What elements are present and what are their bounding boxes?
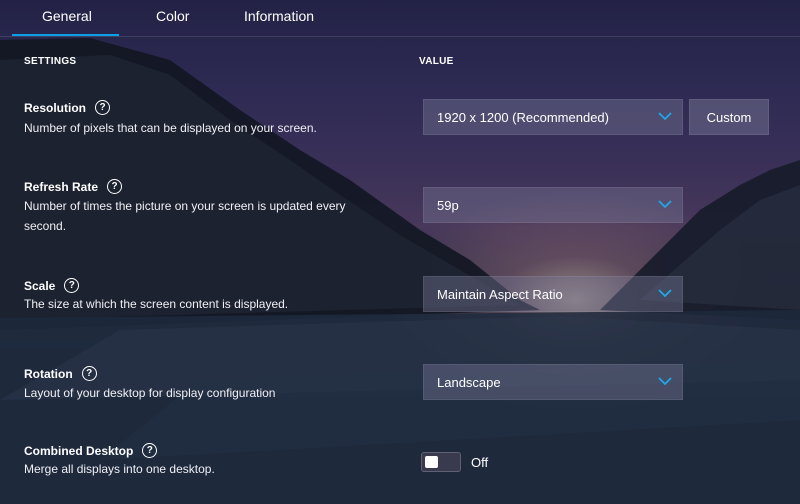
help-icon[interactable]: ?: [64, 278, 80, 293]
help-icon[interactable]: ?: [81, 366, 97, 381]
resolution-dropdown[interactable]: 1920 x 1200 (Recommended): [423, 99, 683, 135]
tab-bar: General Color Information: [0, 0, 800, 37]
refresh-rate-dropdown[interactable]: 59p: [423, 187, 683, 223]
chevron-down-icon: [658, 200, 672, 209]
toggle-knob: [425, 456, 438, 468]
combined-desktop-state: Off: [471, 455, 489, 470]
scale-title: Scale ?: [24, 278, 80, 293]
tab-color[interactable]: Color: [156, 8, 189, 24]
help-icon[interactable]: ?: [142, 443, 158, 458]
chevron-down-icon: [658, 377, 672, 386]
rotation-value: Landscape: [437, 374, 501, 390]
chevron-down-icon: [658, 112, 672, 121]
background-landscape: [0, 0, 800, 504]
rotation-label: Rotation: [24, 366, 73, 381]
rotation-title: Rotation ?: [24, 366, 97, 381]
custom-resolution-button[interactable]: Custom: [689, 99, 769, 135]
resolution-value: 1920 x 1200 (Recommended): [437, 109, 609, 125]
refresh-rate-description: Number of times the picture on your scre…: [24, 199, 346, 233]
resolution-label: Resolution: [24, 100, 86, 115]
chevron-down-icon: [658, 289, 672, 298]
settings-column-header: SETTINGS: [24, 56, 77, 67]
combined-desktop-toggle[interactable]: [421, 452, 461, 472]
scale-dropdown[interactable]: Maintain Aspect Ratio: [423, 276, 683, 312]
scale-description: The size at which the screen content is …: [24, 297, 289, 311]
resolution-title: Resolution ?: [24, 100, 110, 115]
help-icon[interactable]: ?: [95, 100, 110, 115]
refresh-rate-title: Refresh Rate ?: [24, 179, 123, 194]
refresh-rate-label: Refresh Rate: [24, 179, 99, 194]
rotation-description: Layout of your desktop for display confi…: [24, 386, 276, 400]
combined-desktop-title: Combined Desktop ?: [24, 443, 158, 458]
refresh-rate-value: 59p: [437, 197, 459, 213]
scale-value: Maintain Aspect Ratio: [437, 286, 563, 302]
tab-information[interactable]: Information: [244, 8, 314, 24]
help-icon[interactable]: ?: [107, 179, 123, 194]
resolution-description: Number of pixels that can be displayed o…: [24, 121, 317, 135]
combined-desktop-label: Combined Desktop: [24, 443, 134, 458]
scale-label: Scale: [24, 278, 56, 293]
tab-general[interactable]: General: [42, 8, 92, 24]
combined-desktop-description: Merge all displays into one desktop.: [24, 462, 215, 476]
rotation-dropdown[interactable]: Landscape: [423, 364, 683, 400]
value-column-header: VALUE: [419, 56, 454, 67]
active-tab-indicator: [12, 34, 119, 36]
